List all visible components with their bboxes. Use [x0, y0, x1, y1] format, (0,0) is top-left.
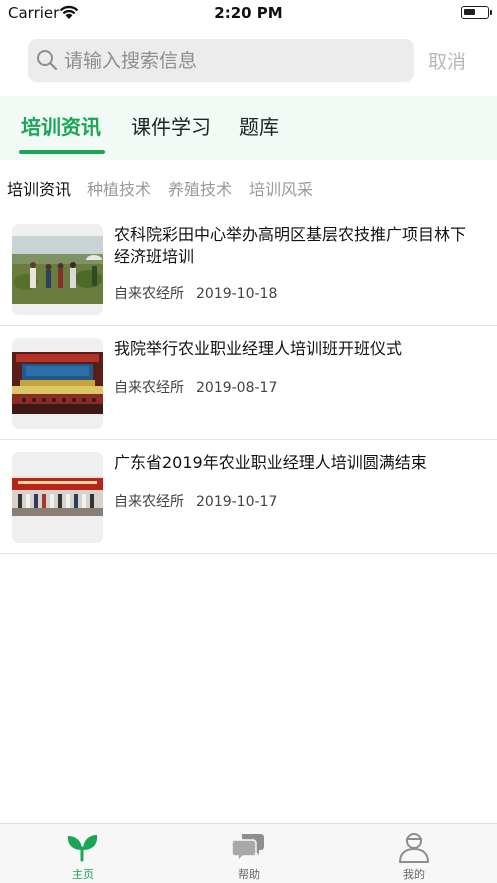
news-date: 2019-10-17: [196, 494, 277, 510]
subtab-planting[interactable]: 种植技术: [87, 176, 151, 200]
sub-category-tabs: 培训资讯 种植技术 养殖技术 培训风采: [0, 166, 497, 206]
battery-icon: [461, 6, 489, 19]
cancel-button[interactable]: 取消: [428, 47, 466, 74]
search-input[interactable]: [64, 39, 404, 82]
news-source: 自来农经所: [114, 494, 184, 510]
tabbar-label: 我的: [331, 866, 497, 882]
tabbar-label: 主页: [0, 866, 166, 882]
bottom-tab-bar: 主页 帮助 我的: [0, 823, 497, 883]
news-thumbnail: [12, 224, 103, 315]
list-item[interactable]: 农科院彩田中心举办高明区基层农技推广项目林下经济班培训 自来农经所 2019-10…: [0, 212, 497, 326]
news-meta: 自来农经所 2019-08-17: [114, 377, 277, 397]
subtab-training-news[interactable]: 培训资讯: [7, 176, 71, 200]
news-title: 广东省2019年农业职业经理人培训圆满结束: [114, 452, 480, 474]
news-meta: 自来农经所 2019-10-18: [114, 283, 277, 303]
list-item[interactable]: 我院举行农业职业经理人培训班开班仪式 自来农经所 2019-08-17: [0, 326, 497, 440]
status-bar: Carrier 2:20 PM: [0, 0, 497, 28]
news-title: 农科院彩田中心举办高明区基层农技推广项目林下经济班培训: [114, 224, 480, 268]
news-thumbnail: [12, 338, 103, 429]
tab-training-news[interactable]: 培训资讯: [21, 111, 101, 140]
chat-bubbles-icon: [232, 830, 266, 864]
news-source: 自来农经所: [114, 286, 184, 302]
user-icon: [397, 830, 431, 864]
news-date: 2019-10-18: [196, 286, 277, 302]
category-tabs: 培训资讯 课件学习 题库: [0, 96, 497, 160]
subtab-breeding[interactable]: 养殖技术: [168, 176, 232, 200]
tabbar-item-mine[interactable]: 我的: [331, 824, 497, 883]
clock: 2:20 PM: [0, 4, 497, 22]
tabbar-item-home[interactable]: 主页: [0, 824, 166, 883]
news-date: 2019-08-17: [196, 380, 277, 396]
search-bar: 取消: [0, 28, 497, 96]
list-item[interactable]: 广东省2019年农业职业经理人培训圆满结束 自来农经所 2019-10-17: [0, 440, 497, 554]
news-thumbnail: [12, 452, 103, 543]
tab-courseware[interactable]: 课件学习: [131, 111, 211, 140]
news-meta: 自来农经所 2019-10-17: [114, 491, 277, 511]
tab-question-bank[interactable]: 题库: [239, 111, 279, 140]
active-tab-indicator: [19, 150, 105, 154]
search-field[interactable]: [28, 39, 414, 82]
news-source: 自来农经所: [114, 380, 184, 396]
subtab-training-style[interactable]: 培训风采: [249, 176, 313, 200]
news-title: 我院举行农业职业经理人培训班开班仪式: [114, 338, 480, 360]
tabbar-label: 帮助: [166, 866, 332, 882]
search-icon: [36, 49, 58, 75]
tabbar-item-help[interactable]: 帮助: [166, 824, 332, 883]
sprout-icon: [66, 830, 100, 864]
